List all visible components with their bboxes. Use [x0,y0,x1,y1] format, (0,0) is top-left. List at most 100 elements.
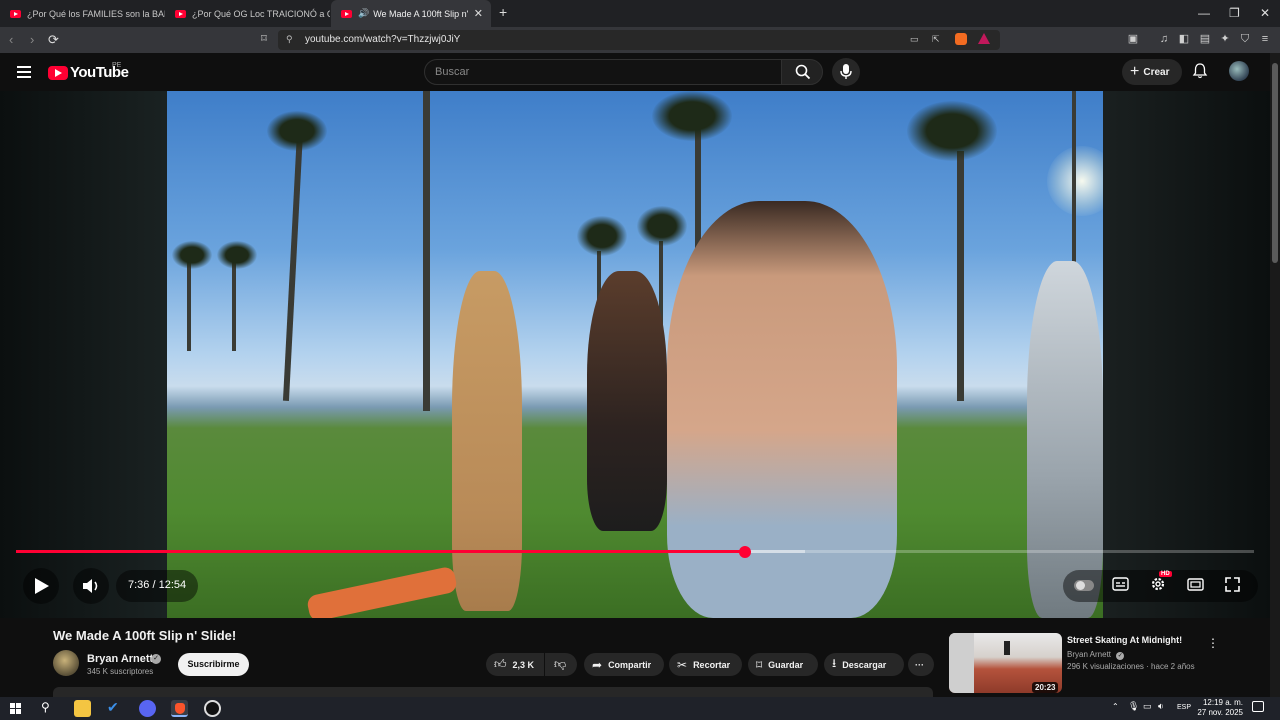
browser-tab-3-active[interactable]: 🔊 We Made A 100ft Slip n' Slide! ✕ [331,0,491,27]
subscribe-button[interactable]: Suscribirme [178,653,249,676]
share-page-icon[interactable]: ⇱ [932,34,940,45]
tray-mic-icon[interactable]: 🎙︎ [1128,701,1139,712]
more-actions-button[interactable]: ··· [908,653,934,676]
sidebar-icon[interactable]: ◧ [1178,33,1190,45]
palm-tree [282,131,304,401]
leo-ai-icon[interactable]: ✦ [1219,33,1231,45]
recommended-video-title[interactable]: Street Skating At Midnight! [1067,635,1182,645]
ambient-glow-left [0,91,167,618]
brave-rewards-icon[interactable] [978,33,990,44]
taskbar-search-icon[interactable]: ⚲ [41,700,50,714]
person-background [587,271,667,531]
bookmark-icon[interactable]: ⌑ [258,33,270,45]
save-button[interactable]: ⌑ Guardar [748,653,818,676]
back-icon[interactable]: ‹ [9,32,13,47]
close-window-icon[interactable]: ✕ [1260,6,1270,20]
wallet-icon[interactable]: ▤ [1199,33,1211,45]
create-button[interactable]: + Crear [1122,59,1182,85]
browser-tab-2[interactable]: ¿Por Qué OG Loc TRAICIONÓ a CJ en [165,0,330,27]
tray-volume-icon[interactable]: 🔉︎ [1158,701,1164,712]
autoplay-toggle[interactable] [1074,580,1094,591]
download-icon: ⭳ [832,656,837,670]
youtube-favicon-icon [175,9,186,18]
clip-button[interactable]: ✂ Recortar [669,653,742,676]
vpn-icon[interactable]: ⛉ [1239,33,1251,45]
verified-check-icon: ✓ [1116,652,1125,660]
thumbnail-wall [949,633,974,693]
more-vertical-icon[interactable]: ⋮ [1207,636,1219,650]
discord-icon[interactable] [139,700,156,717]
subtitles-icon[interactable] [1112,577,1129,591]
plus-icon: + [1130,63,1140,80]
address-bar[interactable]: ⚲ youtube.com/watch?v=Thzzjwj0JiY ▭ ⇱ [278,30,1000,50]
browser-tab-1[interactable]: ¿Por Qué los FAMILIES son la BANDA [0,0,165,27]
recommended-channel-name: Bryan Arnett [1067,650,1112,659]
volume-button[interactable] [73,568,109,604]
close-tab-icon[interactable]: ✕ [474,7,483,20]
media-controls-icon[interactable]: ♫ [1158,33,1170,45]
country-code: PE [112,62,122,69]
browser-menu-icon[interactable]: ≡ [1259,33,1271,45]
windows-start-icon[interactable] [10,703,21,714]
search-placeholder: Buscar [435,66,470,78]
settings-gear-icon[interactable] [1150,576,1166,592]
brave-browser-icon[interactable] [171,700,188,717]
notifications-center-icon[interactable] [1252,701,1264,712]
download-button[interactable]: ⭳ Descargar [824,653,904,676]
tray-clock[interactable]: 12:19 a. m. 27 nov. 2025 [1195,698,1243,718]
download-label: Descargar [842,659,887,670]
brave-shields-icon[interactable] [955,33,967,45]
file-explorer-icon[interactable] [74,700,91,717]
bookmark-save-icon: ⌑ [756,657,763,672]
hd-badge: HD [1159,571,1172,577]
account-avatar[interactable] [1229,61,1249,81]
person-man [667,201,897,618]
palm-tree-crown [907,101,997,161]
video-frame[interactable] [167,91,1103,618]
description-box[interactable] [53,687,933,697]
browser-tab-title: We Made A 100ft Slip n' Slide! [373,8,469,19]
input-language[interactable]: ESP [1177,704,1191,711]
recommended-video-channel[interactable]: Bryan Arnett ✓ [1067,650,1125,660]
youtube-play-logo-icon [48,65,68,80]
channel-avatar[interactable] [53,650,79,676]
new-tab-button[interactable]: + [499,4,507,20]
todo-check-icon[interactable]: ✔ [107,699,119,716]
palm-tree [187,261,191,351]
audio-playing-icon: 🔊 [358,8,370,18]
like-button[interactable]: 👍︎ 2,3 K [486,653,544,676]
tray-chevron-icon[interactable]: ⌃ [1112,702,1119,711]
obs-record-icon[interactable] [204,700,221,717]
tray-network-icon[interactable]: ▭ [1143,701,1152,712]
progress-bar[interactable] [16,550,1254,553]
scrollbar-thumb[interactable] [1272,63,1278,263]
cast-icon[interactable]: ▭ [910,34,919,45]
save-label: Guardar [768,659,804,670]
palm-tree [232,261,236,351]
forward-icon[interactable]: › [30,32,34,47]
play-button[interactable] [23,568,59,604]
youtube-favicon-icon [341,9,352,18]
notifications-bell-icon[interactable] [1192,63,1208,79]
url-text: youtube.com/watch?v=Thzzjwj0JiY [305,34,461,45]
page-scrollbar[interactable] [1270,53,1280,698]
miniplayer-icon[interactable] [1187,578,1204,591]
share-button[interactable]: ➦ Compartir [584,653,664,676]
palm-tree-crown [637,206,687,246]
dislike-button[interactable]: 👎︎ [545,653,577,676]
voice-search-button[interactable] [832,58,860,86]
fullscreen-icon[interactable] [1225,577,1240,592]
channel-name[interactable]: Bryan Arnett [87,653,153,665]
hamburger-menu-icon[interactable] [17,66,31,78]
search-button[interactable] [781,59,823,85]
reload-icon[interactable]: ⟳ [48,32,59,48]
windows-taskbar: ⚲ ✔ ⌃ 🎙︎ ▭ 🔉︎ ESP 12:19 a. m. 27 nov. 20… [0,697,1280,720]
restore-window-icon[interactable]: ❐ [1229,6,1240,20]
site-info-icon[interactable]: ⚲ [286,34,293,45]
more-horizontal-icon: ··· [915,659,924,670]
reader-mode-icon[interactable]: ▣ [1127,33,1139,45]
video-player[interactable]: 7:36 / 12:54 HD [0,91,1270,618]
search-input[interactable]: Buscar [424,59,782,85]
minimize-window-icon[interactable]: — [1198,6,1210,20]
person-woman [452,271,522,611]
